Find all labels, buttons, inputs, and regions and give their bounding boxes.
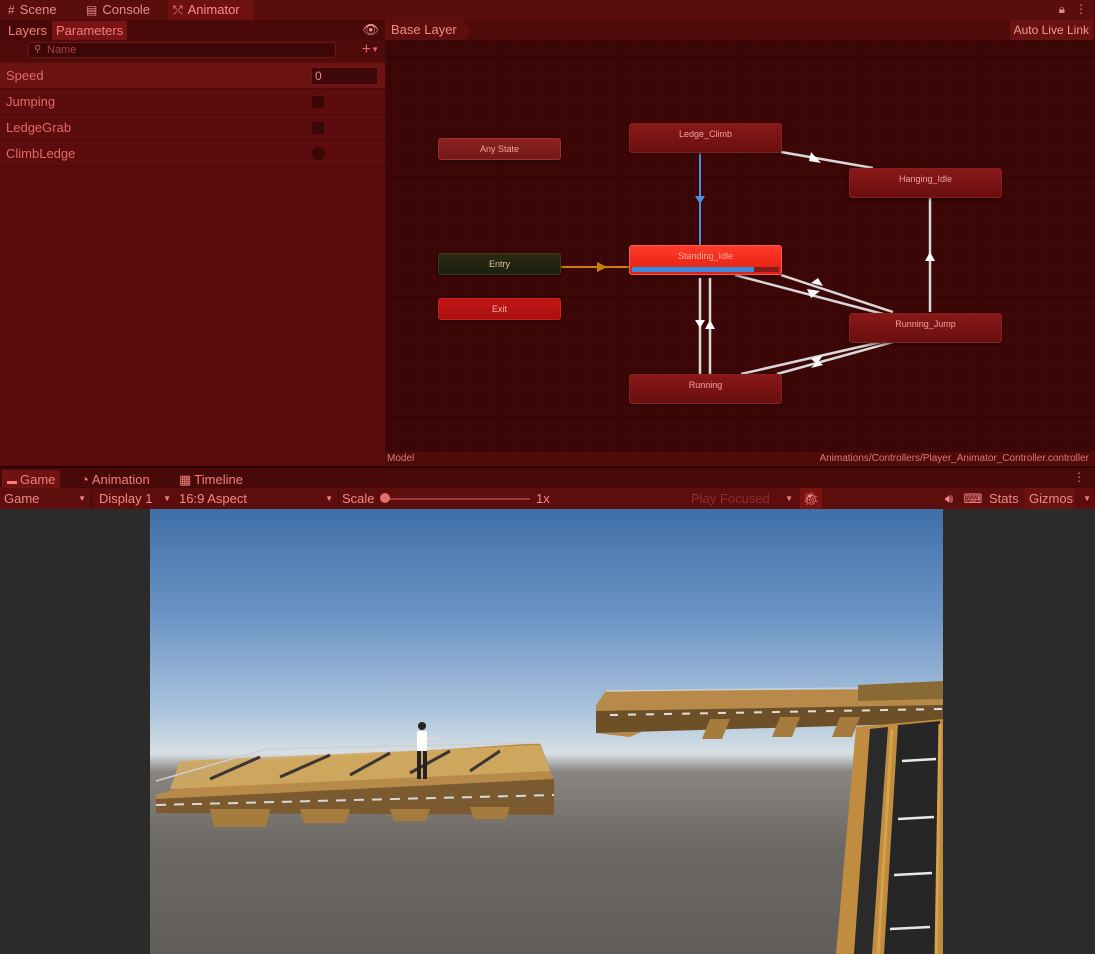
state-progress-bar <box>632 267 779 272</box>
animator-parameters-pane: Layers Parameters 👁︎ Name ⚲ +▼ Speed 0 J… <box>0 20 385 466</box>
bottom-tab-bar: ▬ Game ◔ Animation ▦ Timeline ⋮ <box>0 466 1095 490</box>
state-running[interactable]: Running <box>629 374 782 404</box>
parameter-name: LedgeGrab <box>6 120 72 135</box>
window-controls: 🔒︎ ⋮ <box>1049 2 1087 17</box>
play-mode-dropdown[interactable]: Play Focused <box>687 488 797 509</box>
scale-slider-handle[interactable] <box>380 493 390 503</box>
auto-live-link-button[interactable]: Auto Live Link <box>1009 20 1093 40</box>
arrowhead-icon <box>705 320 715 329</box>
tab-animation[interactable]: ◔ Animation <box>76 470 155 490</box>
scene-render <box>155 681 943 954</box>
scale-slider[interactable] <box>388 498 530 500</box>
display-dropdown[interactable]: Display 1 <box>95 488 175 509</box>
bug-icon[interactable]: 🐞︎ <box>800 488 822 509</box>
animation-icon: ◔ <box>81 472 89 487</box>
tab-console-label: Console <box>102 2 151 17</box>
view-dropdown[interactable]: Game <box>0 488 90 509</box>
tab-game-label: Game <box>20 472 56 487</box>
parameter-name: ClimbLedge <box>6 146 76 161</box>
tab-animation-label: Animation <box>91 472 150 487</box>
arrowhead-icon <box>597 262 607 272</box>
transition-standingidle-runningjump[interactable] <box>734 273 884 316</box>
footer-model-label: Model <box>387 453 415 464</box>
tab-animator[interactable]: ⤱ Animator <box>168 0 254 20</box>
parameter-row-speed[interactable]: Speed 0 <box>0 63 385 89</box>
state-standing-idle[interactable]: Standing_Idle <box>629 245 782 275</box>
tab-game[interactable]: ▬ Game <box>2 470 61 490</box>
game-viewport[interactable] <box>150 509 943 954</box>
animator-icon: ⤱ <box>173 3 183 17</box>
arrowhead-icon <box>695 196 705 204</box>
graph-header: Base Layer Auto Live Link <box>385 20 1095 40</box>
jumping-checkbox[interactable] <box>311 95 325 109</box>
tab-console[interactable]: ▤ Console <box>84 0 166 20</box>
add-parameter-button[interactable]: +▼ <box>362 41 379 59</box>
tab-timeline-label: Timeline <box>194 472 243 487</box>
aspect-dropdown-label: 16:9 Aspect <box>179 491 247 506</box>
transition-runningjump-running[interactable] <box>776 340 894 376</box>
state-any-state[interactable]: Any State <box>438 138 561 160</box>
transition-running-runningjump[interactable] <box>740 340 882 376</box>
state-running-jump[interactable]: Running_Jump <box>849 313 1002 343</box>
animator-graph[interactable]: Base Layer Auto Live Link Any State Entr… <box>385 20 1095 466</box>
state-exit[interactable]: Exit <box>438 298 561 320</box>
state-progress-fill <box>632 267 754 272</box>
eye-icon[interactable]: 👁︎ <box>362 22 379 38</box>
audio-mute-icon[interactable]: 🔊︎ <box>938 488 960 509</box>
tab-scene-label: Scene <box>19 2 57 17</box>
parameter-search-input[interactable]: Name <box>28 42 336 58</box>
display-dropdown-label: Display 1 <box>99 491 153 506</box>
arrowhead-icon <box>695 320 705 328</box>
layers-parameters-tabs: Layers Parameters 👁︎ <box>0 20 385 40</box>
chevron-down-icon: ▼ <box>371 45 379 54</box>
gamepad-icon: ▬ <box>7 476 17 487</box>
console-icon: ▤ <box>86 3 98 17</box>
ledge-tower <box>836 719 943 954</box>
ledgegrab-checkbox[interactable] <box>311 121 325 135</box>
stats-button[interactable]: Stats <box>985 488 1019 509</box>
parameter-row-ledgegrab[interactable]: LedgeGrab <box>0 115 385 141</box>
parameter-search-row: Name ⚲ +▼ <box>0 40 385 62</box>
tab-parameters[interactable]: Parameters <box>52 21 128 40</box>
keyboard-icon[interactable]: ⌨︎ <box>962 488 984 509</box>
more-options-icon[interactable]: ⋮ <box>1073 470 1085 484</box>
scene-icon: # <box>8 3 15 17</box>
gizmos-dropdown[interactable] <box>1075 488 1095 509</box>
view-dropdown-label: Game <box>4 491 40 506</box>
aspect-dropdown[interactable]: 16:9 Aspect <box>175 488 337 509</box>
parameter-row-jumping[interactable]: Jumping <box>0 89 385 115</box>
left-platform <box>155 742 555 827</box>
tab-timeline[interactable]: ▦ Timeline <box>174 470 248 490</box>
tab-layers[interactable]: Layers <box>4 21 51 40</box>
timeline-icon: ▦ <box>179 472 192 487</box>
breadcrumb[interactable]: Base Layer <box>385 20 471 40</box>
game-view[interactable] <box>0 509 1095 954</box>
tab-scene[interactable]: # Scene <box>4 0 80 20</box>
transition-hangingidle-ledgeclimb[interactable] <box>780 150 874 170</box>
climbledge-trigger[interactable] <box>311 146 326 161</box>
more-options-icon[interactable]: ⋮ <box>1075 2 1087 16</box>
arrowhead-icon <box>925 252 935 261</box>
game-toolbar: Game Display 1 16:9 Aspect Scale 1x Play… <box>0 488 1095 509</box>
parameter-name: Speed <box>6 68 44 83</box>
gizmos-button[interactable]: Gizmos <box>1025 488 1075 509</box>
state-hanging-idle[interactable]: Hanging_Idle <box>849 168 1002 198</box>
separator <box>91 490 92 507</box>
scale-label: Scale <box>342 491 375 506</box>
transition-runningjump-standingidle[interactable] <box>780 273 894 314</box>
parameter-name: Jumping <box>6 94 56 109</box>
tab-animator-label: Animator <box>187 2 240 17</box>
lock-icon[interactable]: 🔒︎ <box>1059 2 1065 16</box>
scale-value: 1x <box>536 491 550 506</box>
state-label: Standing_Idle <box>677 251 734 261</box>
state-entry[interactable]: Entry <box>438 253 561 275</box>
editor-tab-bar: # Scene ▤ Console ⤱ Animator 🔒︎ ⋮ <box>0 0 1095 20</box>
play-mode-label: Play Focused <box>691 491 770 506</box>
search-icon: ⚲ <box>34 44 42 55</box>
speed-value-field[interactable]: 0 <box>311 67 378 85</box>
graph-footer: Model Animations/Controllers/Player_Anim… <box>385 452 1095 466</box>
state-ledge-climb[interactable]: Ledge_Climb <box>629 123 782 153</box>
parameter-row-climbledge[interactable]: ClimbLedge <box>0 141 385 167</box>
controller-path: Animations/Controllers/Player_Animator_C… <box>819 453 1089 464</box>
